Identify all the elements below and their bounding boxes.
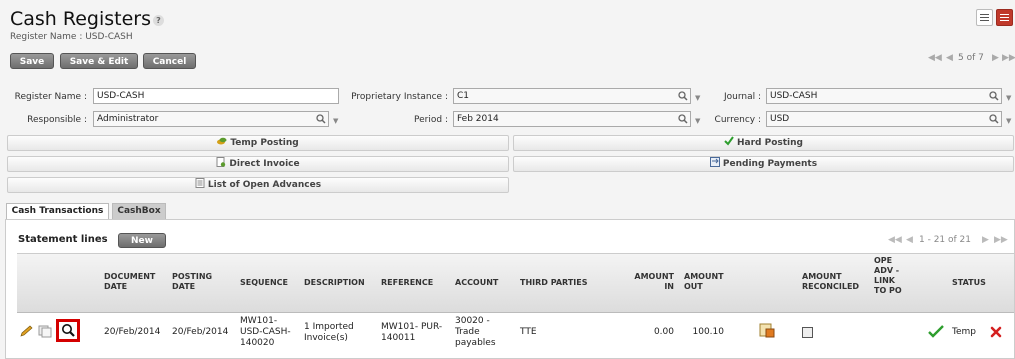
view-line-button[interactable] <box>56 319 80 342</box>
search-icon[interactable] <box>678 91 688 101</box>
lines-pager: 1 - 21 of 21 <box>919 235 971 245</box>
cell-posting-date: 20/Feb/2014 <box>172 327 229 337</box>
cell-sequence: MW101- USD-CASH- 140020 <box>240 316 291 348</box>
invoice-icon <box>216 157 226 167</box>
prev-page-icon[interactable]: ◀ <box>946 53 953 63</box>
register-name-field[interactable]: USD-CASH <box>93 88 339 104</box>
dropdown-arrow-icon[interactable]: ▼ <box>333 117 338 125</box>
save-button[interactable]: Save <box>10 53 54 69</box>
col-sequence[interactable]: SEQUENCE <box>240 278 288 288</box>
pending-payments-label: Pending Payments <box>722 159 818 169</box>
page-subtitle: Register Name : USD-CASH <box>10 32 133 42</box>
reconciled-checkbox[interactable] <box>802 327 813 338</box>
cell-amount-in: 0.00 <box>653 327 674 337</box>
col-reference[interactable]: REFERENCE <box>381 278 433 288</box>
journal-label: Journal : <box>723 92 761 102</box>
duplicate-icon[interactable] <box>38 325 53 338</box>
cell-document-date: 20/Feb/2014 <box>104 327 161 337</box>
period-field[interactable]: Feb 2014 <box>453 111 691 127</box>
col-amount-reconciled[interactable]: AMOUNT RECONCILED <box>802 272 872 292</box>
direct-invoice-button[interactable]: Direct Invoice <box>7 156 509 172</box>
dropdown-arrow-icon[interactable]: ▼ <box>1006 94 1011 102</box>
first-page-icon[interactable]: ◀◀ <box>888 235 902 245</box>
responsible-field[interactable]: Administrator <box>93 111 329 127</box>
tab-cashbox[interactable]: CashBox <box>112 203 166 219</box>
period-label: Period : <box>414 115 448 125</box>
delete-icon[interactable] <box>990 326 1002 338</box>
list-view-icon[interactable] <box>976 9 993 26</box>
new-button[interactable]: New <box>118 233 166 248</box>
hard-posting-label: Hard Posting <box>737 138 803 148</box>
search-icon[interactable] <box>989 91 999 101</box>
last-page-icon[interactable]: ▶▶ <box>1002 53 1015 63</box>
cell-third-parties: TTE <box>520 327 537 337</box>
cell-status: Temp <box>952 327 976 337</box>
journal-field[interactable]: USD-CASH <box>766 88 1002 104</box>
hard-posting-button[interactable]: Hard Posting <box>513 135 1014 151</box>
prop-instance-label: Proprietary Instance : <box>351 92 448 102</box>
dropdown-arrow-icon[interactable]: ▼ <box>695 94 700 102</box>
pending-payments-button[interactable]: Pending Payments <box>513 156 1014 172</box>
direct-invoice-label: Direct Invoice <box>229 159 300 169</box>
search-icon[interactable] <box>678 114 688 124</box>
register-name-label: Register Name : <box>14 92 87 102</box>
open-advances-label: List of Open Advances <box>207 180 322 190</box>
col-third-parties[interactable]: THIRD PARTIES <box>520 278 588 288</box>
check-icon <box>928 325 944 338</box>
payment-icon <box>709 157 720 167</box>
prop-instance-field[interactable]: C1 <box>453 88 691 104</box>
cell-description: 1 Imported Invoice(s) <box>304 322 354 343</box>
help-icon[interactable]: ? <box>153 15 164 26</box>
cell-reference: MW101- PUR-140011 <box>381 322 443 343</box>
col-amount-in[interactable]: AMOUNT IN <box>630 272 674 292</box>
coins-icon <box>217 137 227 145</box>
next-page-icon[interactable]: ▶ <box>982 235 989 245</box>
col-ope-adv-link[interactable]: OPE ADV - LINK TO PO <box>874 256 906 296</box>
col-description[interactable]: DESCRIPTION <box>304 278 365 288</box>
col-amount-out[interactable]: AMOUNT OUT <box>684 272 724 292</box>
temp-posting-button[interactable]: Temp Posting <box>7 135 509 151</box>
currency-label: Currency : <box>714 115 761 125</box>
temp-posting-label: Temp Posting <box>230 138 299 148</box>
record-pager: 5 of 7 <box>958 53 984 63</box>
col-document-date[interactable]: DOCUMENT DATE <box>104 272 164 292</box>
save-edit-button[interactable]: Save & Edit <box>60 53 138 69</box>
dropdown-arrow-icon[interactable]: ▼ <box>1006 117 1011 125</box>
cell-account: 30020 - Trade payables <box>455 316 496 348</box>
check-icon <box>724 136 734 146</box>
col-status[interactable]: STATUS <box>952 278 986 288</box>
cell-amount-out: 100.10 <box>692 327 725 337</box>
statement-lines-title: Statement lines <box>18 234 108 245</box>
first-page-icon[interactable]: ◀◀ <box>928 53 942 63</box>
page-title: Cash Registers <box>10 8 152 30</box>
responsible-label: Responsible : <box>27 115 87 125</box>
edit-pencil-icon[interactable] <box>20 325 34 337</box>
magnifier-icon <box>62 324 75 337</box>
tab-cash-transactions[interactable]: Cash Transactions <box>6 203 109 219</box>
prev-page-icon[interactable]: ◀ <box>906 235 913 245</box>
currency-field[interactable]: USD <box>766 111 1002 127</box>
dropdown-arrow-icon[interactable]: ▼ <box>695 117 700 125</box>
next-page-icon[interactable]: ▶ <box>992 53 999 63</box>
list-icon <box>195 178 205 188</box>
open-advances-button[interactable]: List of Open Advances <box>7 177 509 193</box>
col-posting-date[interactable]: POSTING DATE <box>172 272 222 292</box>
last-page-icon[interactable]: ▶▶ <box>994 235 1008 245</box>
search-icon[interactable] <box>316 114 326 124</box>
search-icon[interactable] <box>989 114 999 124</box>
reconcile-icon[interactable] <box>759 323 775 338</box>
cancel-button[interactable]: Cancel <box>143 53 196 69</box>
form-view-icon[interactable] <box>996 9 1013 26</box>
col-account[interactable]: ACCOUNT <box>455 278 498 288</box>
